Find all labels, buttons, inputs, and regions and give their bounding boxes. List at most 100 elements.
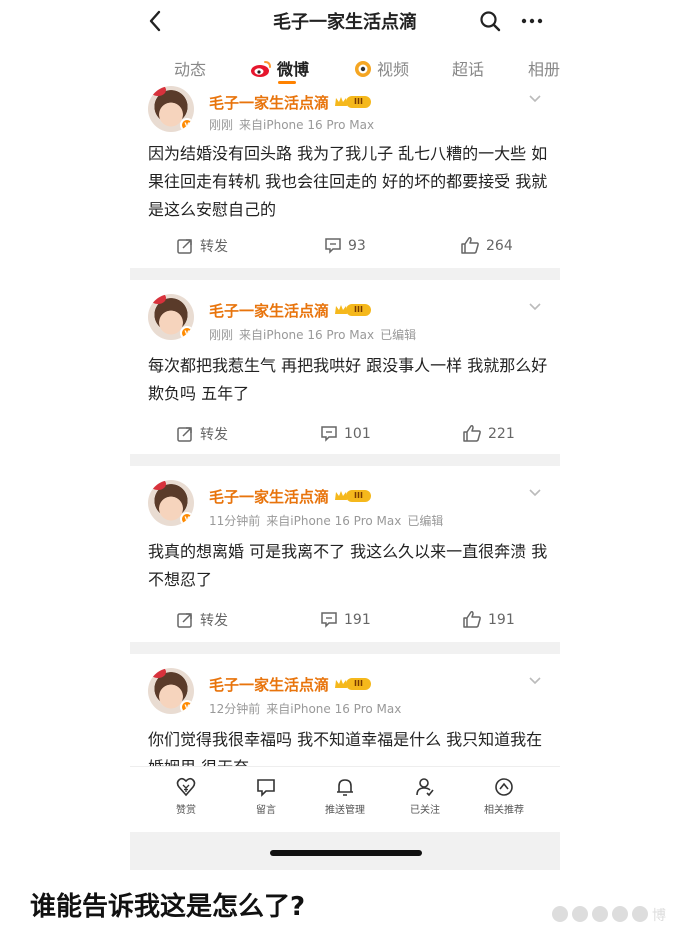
search-icon[interactable] [478,9,502,33]
post-time: 刚刚 [209,118,234,132]
home-indicator [270,850,422,856]
push-settings-button[interactable]: 推送管理 [305,777,385,816]
watermark-dot [592,906,608,922]
post-meta: 刚刚 来自iPhone 16 Pro Max 已编辑 [209,326,422,343]
bottom-bar-label: 相关推荐 [484,805,524,816]
chevron-down-icon[interactable] [528,302,542,312]
profile-bottom-bar: 赞赏 留言 推送管理 已关注 相关推荐 [130,766,560,832]
post-actions: 转发 93 264 [130,236,560,260]
repost-button[interactable]: 转发 [176,236,228,256]
avatar[interactable]: v [148,294,194,340]
author-name[interactable]: 毛子一家生活点滴 III [209,674,372,695]
tab-weibo[interactable]: 微博 [250,56,309,80]
message-button[interactable]: 留言 [226,777,306,816]
repost-button[interactable]: 转发 [176,610,228,630]
chevron-down-icon[interactable] [528,488,542,498]
author-name-text: 毛子一家生活点滴 [209,302,330,320]
recommend-icon [495,778,513,796]
post-actions: 转发 191 191 [130,610,560,634]
tab-dynamic[interactable]: 动态 [174,56,206,80]
chevron-down-icon[interactable] [528,676,542,686]
caption-text: 谁能告诉我这是怎么了? [30,892,306,922]
post-text: 每次都把我惹生气 再把我哄好 跟没事人一样 我就那么好欺负吗 五年了 [148,356,548,403]
reward-button[interactable]: 赞赏 [146,777,226,816]
comment-icon [321,612,337,628]
avatar[interactable]: v [148,668,194,714]
bottom-bar-label: 留言 [256,805,276,816]
author-name-text: 毛子一家生活点滴 [209,488,330,506]
reward-icon [176,777,196,797]
comment-button[interactable]: 93 [324,236,366,254]
watermark-dot [552,906,568,922]
like-button[interactable]: 264 [460,236,513,254]
post-card[interactable]: v 毛子一家生活点滴 III 刚刚 来自iPhone 16 Pro Max 已编辑 每… [130,280,560,454]
watermark-dot [612,906,628,922]
verified-badge-icon: v [180,326,194,340]
thumbs-up-icon [463,611,481,628]
tab-label: 动态 [174,60,207,79]
bottom-bar-label: 已关注 [410,805,440,816]
like-button[interactable]: 221 [462,424,515,442]
tab-video[interactable]: 视频 [354,56,409,80]
video-icon [355,61,371,77]
profile-tabs: 动态 微博 视频 超话 相册 [130,44,560,86]
post-source: 来自iPhone 16 Pro Max [239,118,375,132]
post-card[interactable]: v 毛子一家生活点滴 III 11分钟前 来自iPhone 16 Pro Max 已编… [130,466,560,642]
tab-label: 微博 [277,60,310,79]
tab-super-topic[interactable]: 超话 [452,56,484,80]
followed-button[interactable]: 已关注 [385,777,465,816]
repost-icon [177,239,192,254]
vip-level-icon: III [333,302,372,318]
watermark-dot [632,906,648,922]
comment-button[interactable]: 101 [320,424,371,442]
comment-button[interactable]: 191 [320,610,371,628]
post-time: 11分钟前 [209,514,261,528]
vip-level-icon: III [333,488,372,504]
related-recommend-button[interactable]: 相关推荐 [464,777,544,816]
verified-badge-icon: v [180,512,194,526]
watermark-dot [572,906,588,922]
vip-level-icon: III [333,676,372,692]
top-nav-bar: 毛子一家生活点滴 [130,0,560,44]
tab-album[interactable]: 相册 [528,56,560,80]
avatar-bow [150,86,166,96]
weibo-logo-icon [251,61,271,77]
bottom-bar-label: 推送管理 [325,805,365,816]
author-name[interactable]: 毛子一家生活点滴 III [209,300,372,321]
chevron-down-icon[interactable] [528,94,542,104]
avatar[interactable]: v [148,86,194,132]
repost-icon [177,613,192,628]
author-name[interactable]: 毛子一家生活点滴 III [209,92,372,113]
bell-icon [337,779,353,796]
phone-screen: 毛子一家生活点滴 动态 微博 视频 超话 相册 v 毛子一家生活点滴 III 刚刚… [130,0,560,870]
post-source: 来自iPhone 16 Pro Max [266,514,402,528]
avatar[interactable]: v [148,480,194,526]
author-name-text: 毛子一家生活点滴 [209,676,330,694]
author-name-text: 毛子一家生活点滴 [209,94,330,112]
post-source: 来自iPhone 16 Pro Max [266,702,402,716]
tab-label: 相册 [528,60,560,79]
edited-label: 已编辑 [407,514,444,528]
repost-button[interactable]: 转发 [176,424,228,444]
post-text: 你们觉得我很幸福吗 我不知道幸福是什么 我只知道我在婚姻里 很无奈 [148,730,543,766]
post-card[interactable]: v 毛子一家生活点滴 III 刚刚 来自iPhone 16 Pro Max 因为结婚… [130,86,560,268]
post-meta: 刚刚 来自iPhone 16 Pro Max [209,116,380,133]
comment-icon [321,426,337,442]
thumbs-up-icon [461,237,479,254]
like-button[interactable]: 191 [462,610,515,628]
avatar-bow [150,668,166,678]
avatar-bow [150,480,166,490]
vip-level-icon: III [333,94,372,110]
more-dots-icon[interactable] [520,9,544,33]
verified-badge-icon: v [180,700,194,714]
comment-icon [325,238,341,254]
author-name[interactable]: 毛子一家生活点滴 III [209,486,372,507]
post-text: 因为结婚没有回头路 我为了我儿子 乱七八糟的一大些 如果往回走有转机 我也会往回… [148,144,548,219]
post-time: 12分钟前 [209,702,261,716]
edited-label: 已编辑 [380,328,417,342]
verified-badge-icon: v [180,118,194,132]
tab-label: 超话 [452,60,485,79]
post-source: 来自iPhone 16 Pro Max [239,328,375,342]
post-card[interactable]: v 毛子一家生活点滴 III 12分钟前 来自iPhone 16 Pro Max 你… [130,654,560,766]
post-meta: 12分钟前 来自iPhone 16 Pro Max [209,700,407,717]
